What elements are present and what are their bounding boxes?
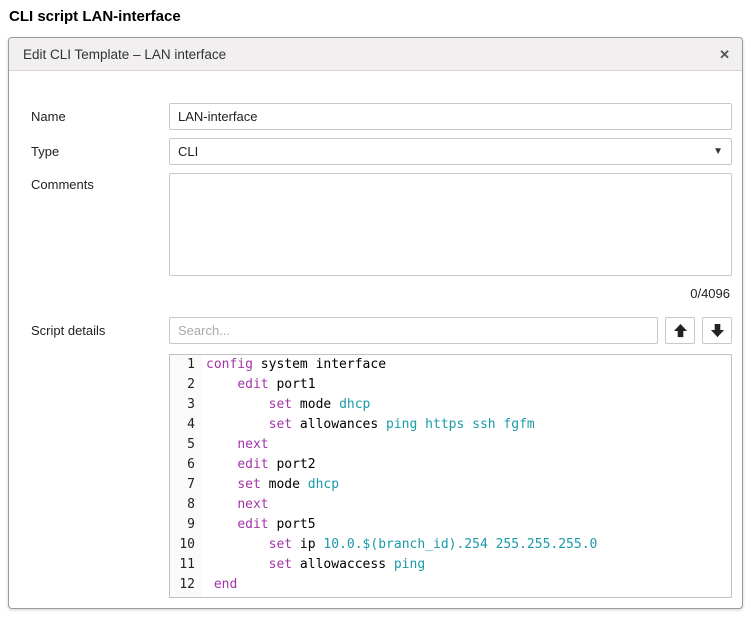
type-row: Type CLI ▼ [31, 138, 732, 165]
line-number: 2 [170, 375, 202, 395]
code-text: next [202, 435, 269, 455]
script-details-label: Script details [31, 323, 169, 338]
comments-row: Comments [31, 173, 732, 276]
line-number: 3 [170, 395, 202, 415]
code-text: end [202, 595, 229, 598]
dialog-title: Edit CLI Template – LAN interface [23, 47, 719, 62]
line-number: 10 [170, 535, 202, 555]
code-line: 7 set mode dhcp [170, 475, 731, 495]
line-number: 11 [170, 555, 202, 575]
code-text: next [202, 495, 269, 515]
line-number: 8 [170, 495, 202, 515]
line-number: 13 [170, 595, 202, 598]
type-select[interactable]: CLI ▼ [169, 138, 732, 165]
chevron-down-icon: ▼ [713, 146, 723, 157]
code-text: config system interface [202, 355, 386, 375]
code-line: 9 edit port5 [170, 515, 731, 535]
arrow-down-icon [710, 323, 725, 338]
code-text: edit port1 [202, 375, 316, 395]
close-icon[interactable]: ✕ [719, 48, 730, 61]
name-input[interactable] [169, 103, 732, 130]
edit-cli-template-dialog: Edit CLI Template – LAN interface ✕ Name… [8, 37, 743, 609]
code-line: 4 set allowances ping https ssh fgfm [170, 415, 731, 435]
code-line: 11 set allowaccess ping [170, 555, 731, 575]
script-search-toolbar [169, 317, 732, 344]
type-select-value: CLI [178, 144, 713, 159]
type-label: Type [31, 144, 169, 159]
code-text: set allowaccess ping [202, 555, 425, 575]
dialog-body: Name Type CLI ▼ Comments 0/4096 Script d… [9, 71, 742, 608]
code-line: 8 next [170, 495, 731, 515]
code-line: 3 set mode dhcp [170, 395, 731, 415]
move-up-button[interactable] [665, 317, 695, 344]
page-title: CLI script LAN-interface [9, 8, 743, 25]
editor-container: 1config system interface2 edit port13 se… [169, 354, 732, 598]
script-details-row: Script details [31, 317, 732, 344]
line-number: 12 [170, 575, 202, 595]
code-text: edit port5 [202, 515, 316, 535]
name-row: Name [31, 103, 732, 130]
search-input[interactable] [169, 317, 658, 344]
code-editor[interactable]: 1config system interface2 edit port13 se… [169, 354, 732, 598]
code-line: 13end [170, 595, 731, 598]
line-number: 9 [170, 515, 202, 535]
code-line: 10 set ip 10.0.$(branch_id).254 255.255.… [170, 535, 731, 555]
char-counter: 0/4096 [31, 286, 730, 301]
line-number: 6 [170, 455, 202, 475]
code-line: 1config system interface [170, 355, 731, 375]
code-text: set ip 10.0.$(branch_id).254 255.255.255… [202, 535, 597, 555]
code-text: set allowances ping https ssh fgfm [202, 415, 535, 435]
code-line: 6 edit port2 [170, 455, 731, 475]
code-text: set mode dhcp [202, 475, 339, 495]
move-down-button[interactable] [702, 317, 732, 344]
line-number: 1 [170, 355, 202, 375]
line-number: 4 [170, 415, 202, 435]
code-text: end [202, 575, 237, 595]
code-text: set mode dhcp [202, 395, 370, 415]
dialog-header: Edit CLI Template – LAN interface ✕ [9, 38, 742, 71]
name-label: Name [31, 109, 169, 124]
arrow-up-icon [673, 323, 688, 338]
comments-label: Comments [31, 173, 169, 192]
comments-textarea[interactable] [169, 173, 732, 276]
line-number: 7 [170, 475, 202, 495]
code-line: 2 edit port1 [170, 375, 731, 395]
line-number: 5 [170, 435, 202, 455]
code-line: 12 end [170, 575, 731, 595]
code-text: edit port2 [202, 455, 316, 475]
code-line: 5 next [170, 435, 731, 455]
